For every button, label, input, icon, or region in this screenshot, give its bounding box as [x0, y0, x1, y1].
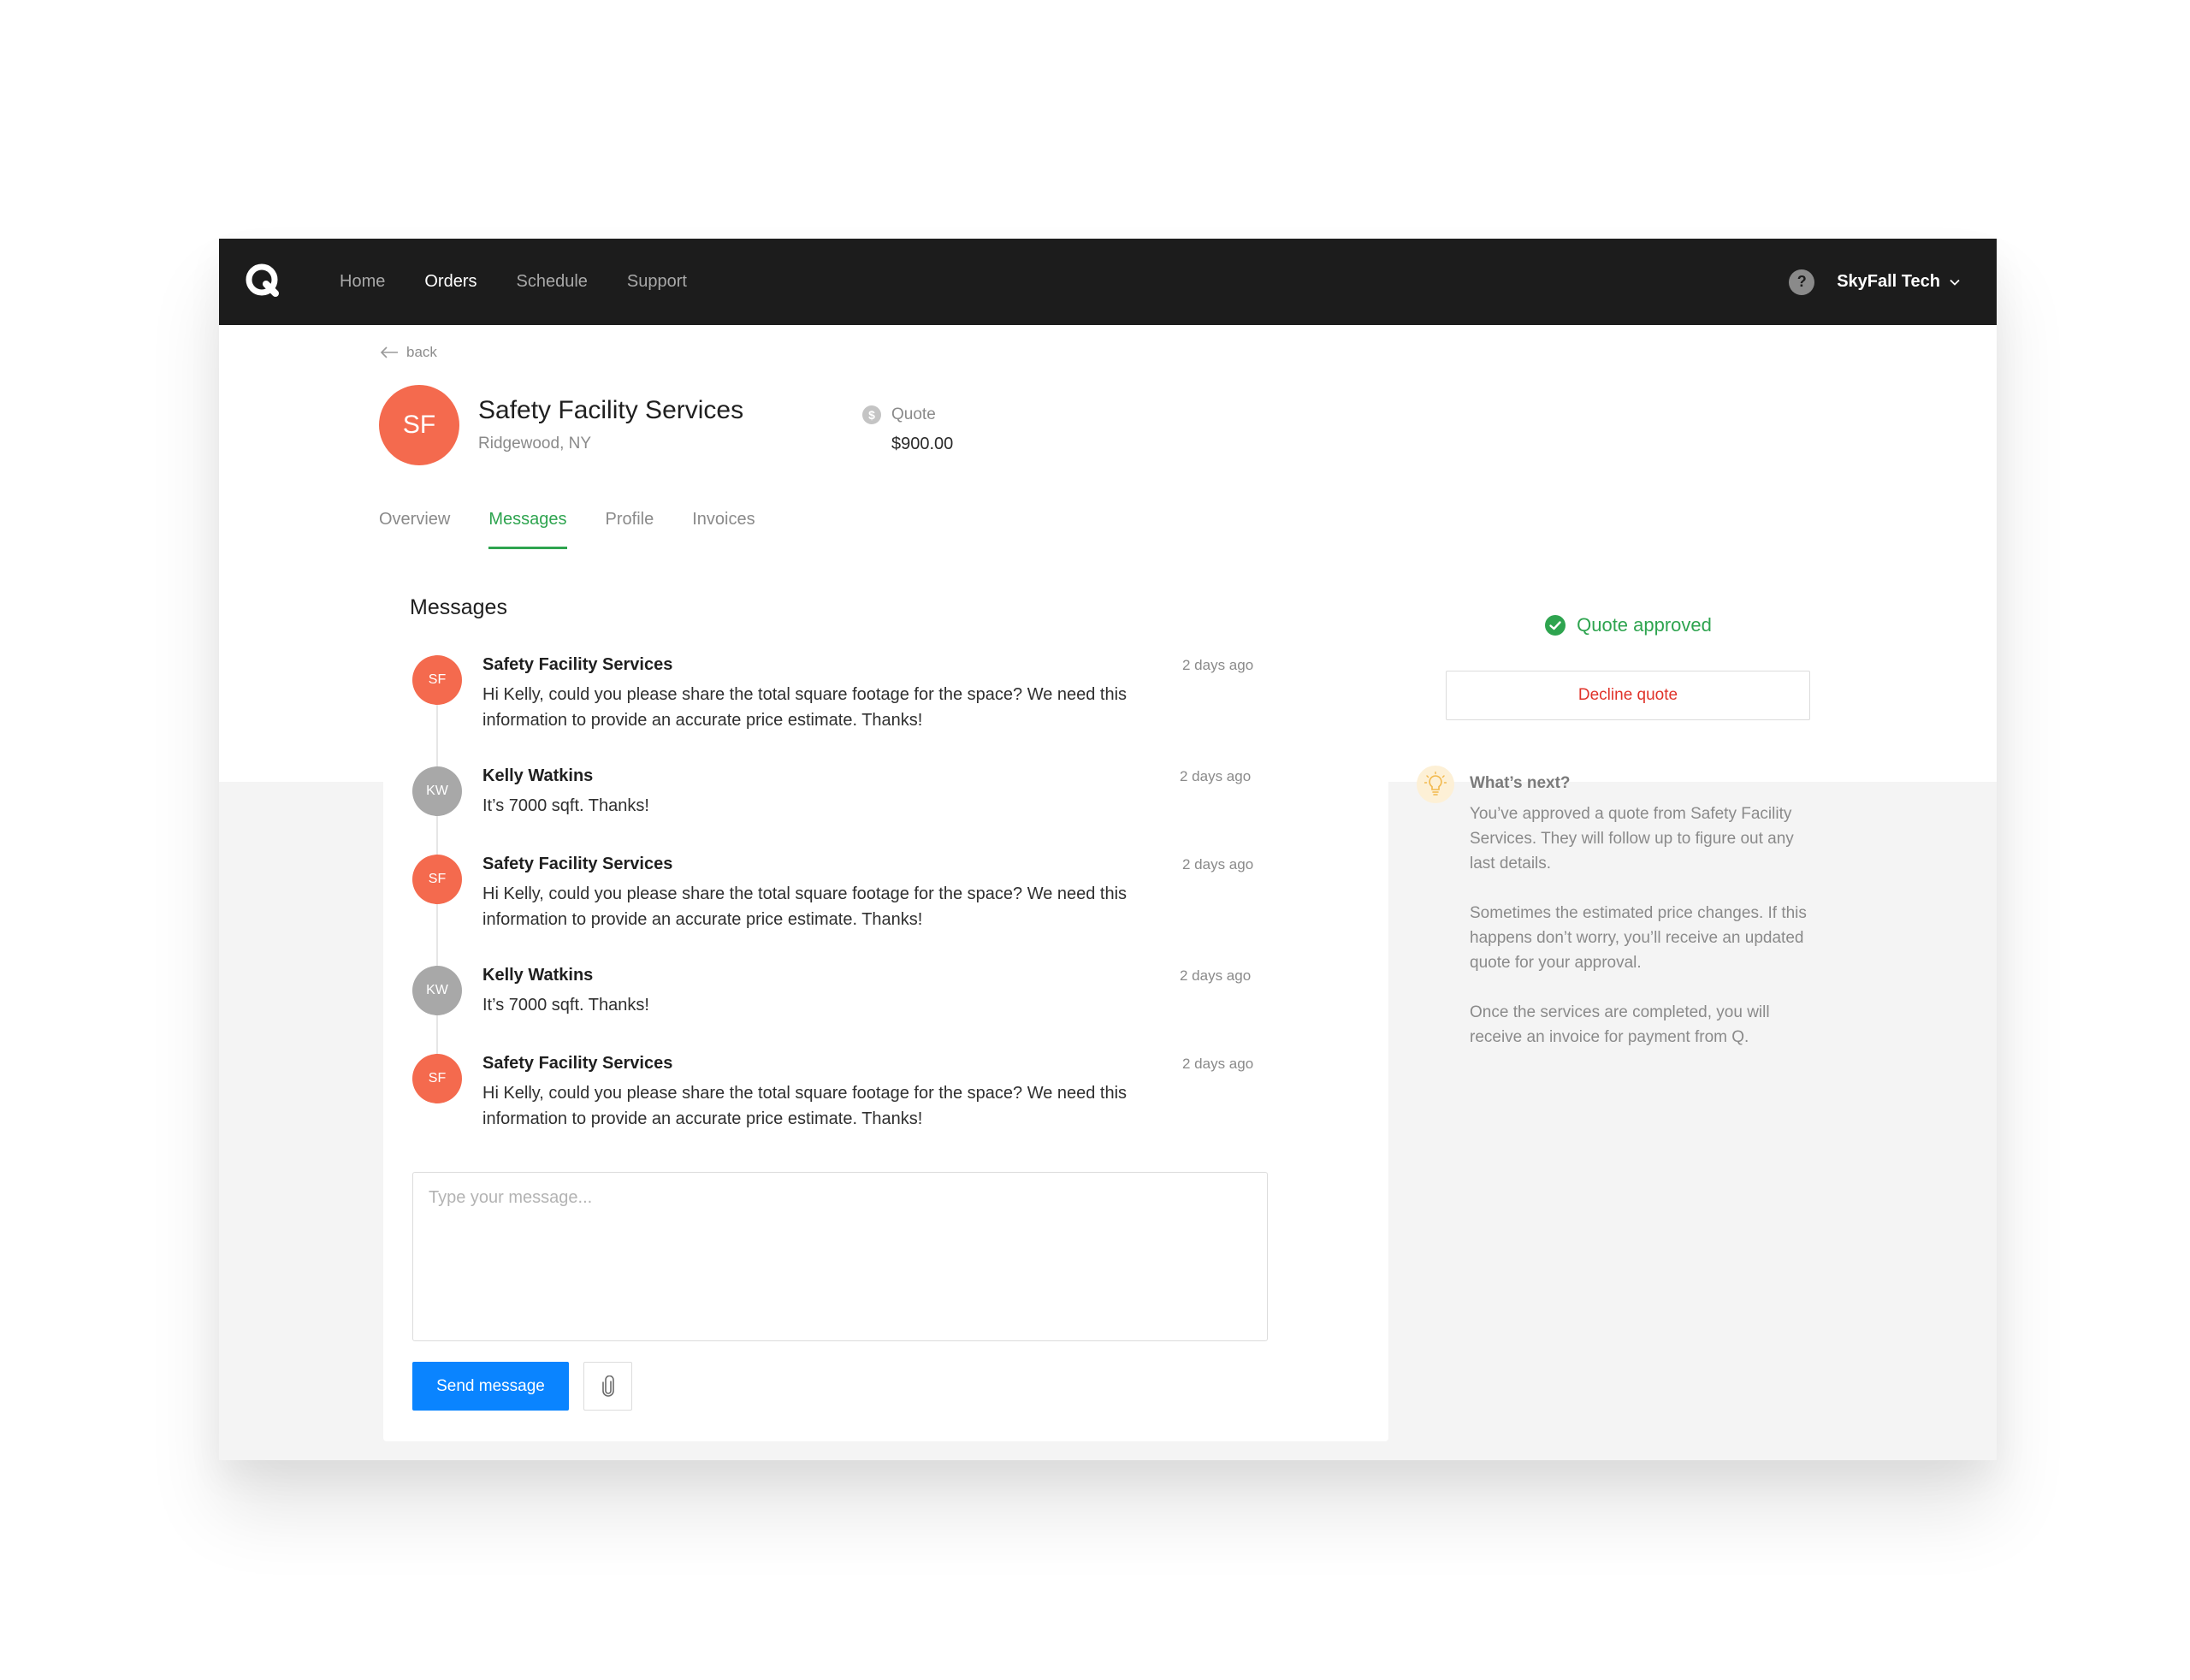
avatar: SF — [412, 655, 462, 705]
message-time: 2 days ago — [1180, 967, 1252, 984]
whats-next-paragraph: You’ve approved a quote from Safety Faci… — [1470, 805, 1794, 873]
arrow-left-icon — [380, 346, 398, 358]
nav-schedule[interactable]: Schedule — [516, 272, 587, 292]
check-circle-icon — [1545, 615, 1566, 636]
avatar: SF — [412, 855, 462, 904]
chevron-down-icon[interactable] — [1949, 276, 1961, 288]
send-message-button[interactable]: Send message — [412, 1362, 569, 1411]
message-body: Hi Kelly, could you please share the tot… — [482, 884, 1128, 929]
message-time: 2 days ago — [1182, 657, 1254, 673]
message-body: It’s 7000 sqft. Thanks! — [482, 796, 649, 815]
account-menu[interactable]: SkyFall Tech — [1837, 272, 1940, 292]
message-sender: Safety Facility Services — [482, 1054, 673, 1073]
quote-approved-label: Quote approved — [1577, 614, 1712, 636]
message-body: Hi Kelly, could you please share the tot… — [482, 1084, 1128, 1128]
lightbulb-icon — [1417, 766, 1454, 803]
paperclip-icon — [601, 1375, 614, 1397]
message-body: Hi Kelly, could you please share the tot… — [482, 685, 1128, 730]
quote-summary: $ Quote $900.00 — [862, 405, 953, 454]
avatar: KW — [412, 766, 462, 816]
tab-overview[interactable]: Overview — [379, 503, 450, 549]
back-link[interactable]: back — [379, 344, 437, 361]
vendor-name: Safety Facility Services — [478, 396, 744, 424]
nav-links: Home Orders Schedule Support — [340, 239, 726, 325]
account-area: ? SkyFall Tech — [1789, 239, 1961, 325]
nav-home[interactable]: Home — [340, 272, 385, 292]
tab-messages[interactable]: Messages — [488, 503, 567, 549]
attach-file-button[interactable] — [583, 1362, 632, 1411]
message-input[interactable] — [413, 1173, 1267, 1340]
message-body: It’s 7000 sqft. Thanks! — [482, 996, 649, 1015]
avatar: SF — [412, 1054, 462, 1103]
message-sender: Kelly Watkins — [482, 766, 594, 785]
nav-support[interactable]: Support — [627, 272, 687, 292]
avatar: KW — [412, 966, 462, 1015]
message-sender: Kelly Watkins — [482, 966, 594, 985]
message-time: 2 days ago — [1182, 856, 1254, 873]
top-navigation: Home Orders Schedule Support ? SkyFall T… — [219, 239, 1997, 325]
quote-status-card: Quote approved Decline quote — [1417, 573, 1839, 741]
q-logo-icon[interactable] — [243, 261, 284, 302]
message-time: 2 days ago — [1182, 1056, 1254, 1072]
messages-card: Messages SF Safety Facility Services 2 d… — [383, 573, 1388, 1441]
tab-profile[interactable]: Profile — [606, 503, 654, 549]
message-sender: Safety Facility Services — [482, 855, 673, 873]
message-time: 2 days ago — [1180, 768, 1252, 784]
whats-next-paragraph: Once the services are completed, you wil… — [1470, 1003, 1770, 1046]
back-label: back — [406, 344, 437, 360]
decline-quote-button[interactable]: Decline quote — [1446, 671, 1810, 720]
quote-label: Quote — [891, 405, 936, 423]
vendor-location: Ridgewood, NY — [478, 435, 592, 453]
order-tabs: Overview Messages Profile Invoices — [379, 503, 794, 549]
vendor-avatar: SF — [379, 385, 459, 465]
whats-next-title: What’s next? — [1470, 774, 1571, 792]
help-icon[interactable]: ? — [1789, 269, 1815, 295]
message-sender: Safety Facility Services — [482, 655, 673, 674]
dollar-icon: $ — [862, 405, 881, 424]
quote-amount: $900.00 — [891, 435, 954, 453]
tab-invoices[interactable]: Invoices — [692, 503, 755, 549]
quote-approved-status: Quote approved — [1417, 614, 1839, 636]
whats-next-paragraph: Sometimes the estimated price changes. I… — [1470, 904, 1807, 972]
nav-orders[interactable]: Orders — [424, 272, 476, 292]
messages-title: Messages — [410, 595, 507, 619]
message-compose — [412, 1172, 1268, 1341]
